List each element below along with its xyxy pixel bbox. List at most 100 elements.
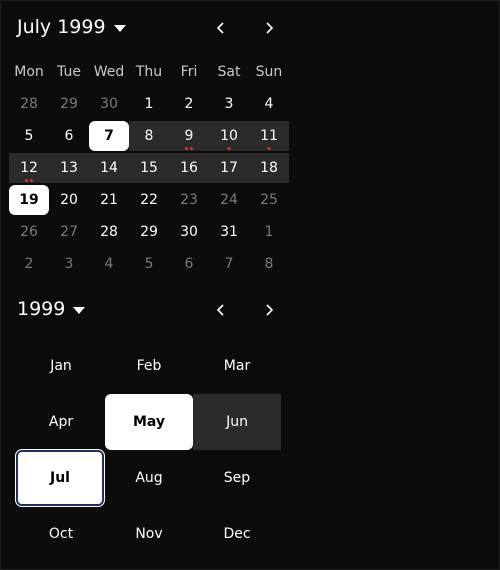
month-label: May: [132, 414, 166, 430]
event-dot: [30, 179, 33, 182]
day-cell[interactable]: 16: [169, 153, 209, 183]
day-cell[interactable]: 1: [129, 89, 169, 119]
day-cell[interactable]: 11: [249, 121, 289, 151]
day-number: 29: [140, 224, 158, 240]
day-cell[interactable]: 7: [89, 121, 129, 151]
day-number: 27: [60, 224, 78, 240]
day-cell[interactable]: 2: [169, 89, 209, 119]
day-cell[interactable]: 4: [89, 249, 129, 279]
month-label: Aug: [135, 470, 163, 486]
day-number: 8: [264, 256, 274, 272]
month-cell-feb[interactable]: Feb: [105, 338, 193, 394]
day-number: 28: [20, 96, 38, 112]
day-number: 23: [180, 192, 198, 208]
day-number: 2: [24, 256, 34, 272]
month-label: Jan: [50, 358, 72, 374]
day-cell[interactable]: 17: [209, 153, 249, 183]
day-cell[interactable]: 21: [89, 185, 129, 215]
day-cell[interactable]: 28: [9, 89, 49, 119]
day-cell[interactable]: 6: [49, 121, 89, 151]
day-cell[interactable]: 30: [89, 89, 129, 119]
day-number: 28: [100, 224, 118, 240]
day-cell[interactable]: 9: [169, 121, 209, 151]
day-number: 29: [60, 96, 78, 112]
day-cell[interactable]: 5: [9, 121, 49, 151]
day-number: 8: [144, 128, 154, 144]
weekday-header: Thu: [135, 64, 163, 80]
day-cell[interactable]: 31: [209, 217, 249, 247]
day-cell[interactable]: 29: [49, 89, 89, 119]
day-cell[interactable]: 6: [169, 249, 209, 279]
day-cell[interactable]: 23: [169, 185, 209, 215]
event-dot: [185, 147, 188, 150]
month-cell-aug[interactable]: Aug: [105, 450, 193, 506]
month-cell-jul[interactable]: Jul: [15, 449, 105, 507]
day-cell[interactable]: 8: [129, 121, 169, 151]
day-cell[interactable]: 5: [129, 249, 169, 279]
day-cell[interactable]: 7: [209, 249, 249, 279]
day-number: 11: [260, 128, 278, 144]
day-number: 15: [140, 160, 158, 176]
day-cell[interactable]: 29: [129, 217, 169, 247]
day-number: 1: [144, 96, 154, 112]
chevron-right-icon: [266, 22, 274, 34]
day-cell[interactable]: 18: [249, 153, 289, 183]
day-number: 30: [100, 96, 118, 112]
day-cell[interactable]: 3: [49, 249, 89, 279]
month-cell-apr[interactable]: Apr: [17, 394, 105, 450]
day-cell[interactable]: 10: [209, 121, 249, 151]
day-number: 1: [264, 224, 274, 240]
next-year-button[interactable]: [257, 298, 281, 322]
day-number: 4: [104, 256, 114, 272]
month-label: Jul: [50, 470, 70, 486]
day-cell[interactable]: 15: [129, 153, 169, 183]
day-number: 7: [224, 256, 234, 272]
day-cell[interactable]: 8: [249, 249, 289, 279]
day-cell[interactable]: 4: [249, 89, 289, 119]
day-cell[interactable]: 28: [89, 217, 129, 247]
month-cell-may[interactable]: May: [105, 394, 193, 450]
weekday-header: Sun: [255, 64, 283, 80]
month-cell-dec[interactable]: Dec: [193, 506, 281, 562]
day-number: 26: [20, 224, 38, 240]
day-cell[interactable]: 3: [209, 89, 249, 119]
day-number: 3: [64, 256, 74, 272]
day-cell[interactable]: 26: [9, 217, 49, 247]
day-cell[interactable]: 12: [9, 153, 49, 183]
day-cell[interactable]: 19: [9, 185, 49, 215]
day-cell[interactable]: 1: [249, 217, 289, 247]
day-cell[interactable]: 27: [49, 217, 89, 247]
day-cell[interactable]: 2: [9, 249, 49, 279]
month-cell-nov[interactable]: Nov: [105, 506, 193, 562]
month-cell-oct[interactable]: Oct: [17, 506, 105, 562]
prev-year-button[interactable]: [209, 298, 233, 322]
month-label: Apr: [48, 414, 74, 430]
day-number: 10: [220, 128, 238, 144]
day-cell[interactable]: 24: [209, 185, 249, 215]
month-cell-sep[interactable]: Sep: [193, 450, 281, 506]
prev-month-button[interactable]: [209, 16, 233, 40]
event-indicator: [25, 179, 33, 182]
month-cell-jan[interactable]: Jan: [17, 338, 105, 394]
day-cell[interactable]: 20: [49, 185, 89, 215]
day-number: 6: [64, 128, 74, 144]
day-cell[interactable]: 13: [49, 153, 89, 183]
event-indicator: [185, 147, 193, 150]
day-number: 22: [140, 192, 158, 208]
event-dot: [190, 147, 193, 150]
weekday-header: Wed: [93, 64, 125, 80]
day-cell[interactable]: 30: [169, 217, 209, 247]
chevron-left-icon: [216, 22, 224, 34]
month-label: Mar: [223, 358, 251, 374]
day-cell[interactable]: 14: [89, 153, 129, 183]
year-dropdown[interactable]: 1999: [17, 298, 86, 320]
month-cell-jun[interactable]: Jun: [193, 394, 281, 450]
day-cell[interactable]: 25: [249, 185, 289, 215]
day-cell[interactable]: 22: [129, 185, 169, 215]
month-year-dropdown[interactable]: July 1999: [17, 16, 126, 38]
day-number: 19: [19, 192, 39, 208]
month-cell-mar[interactable]: Mar: [193, 338, 281, 394]
day-number: 30: [180, 224, 198, 240]
day-number: 14: [100, 160, 118, 176]
next-month-button[interactable]: [257, 16, 281, 40]
